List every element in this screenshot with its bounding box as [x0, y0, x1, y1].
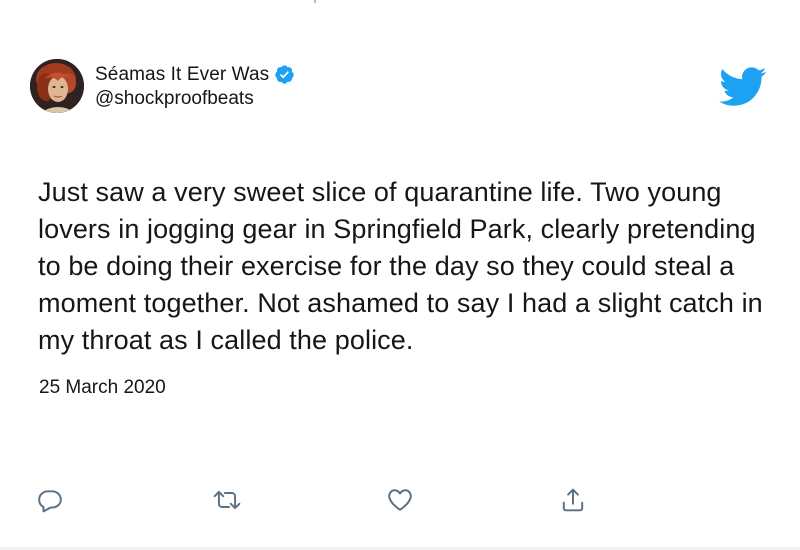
verified-badge-icon	[274, 64, 295, 85]
twitter-bird-icon[interactable]	[719, 66, 767, 106]
user-handle[interactable]: @shockproofbeats	[95, 88, 295, 110]
avatar-image	[30, 59, 84, 113]
retweet-button[interactable]	[213, 486, 241, 514]
like-button[interactable]	[386, 486, 414, 514]
tweet-timestamp[interactable]: 25 March 2020	[39, 377, 166, 399]
display-name[interactable]: Séamas It Ever Was	[95, 64, 269, 86]
tweet-card: Séamas It Ever Was @shockproofbeats Just…	[0, 0, 800, 550]
display-name-row: Séamas It Ever Was	[95, 63, 295, 87]
reply-button[interactable]	[36, 486, 64, 514]
tweet-text: Just saw a very sweet slice of quarantin…	[38, 177, 763, 355]
tweet-header: Séamas It Ever Was @shockproofbeats	[30, 58, 295, 114]
heart-icon	[388, 489, 412, 511]
user-names: Séamas It Ever Was @shockproofbeats	[95, 63, 295, 110]
tweet-actions	[0, 486, 800, 516]
share-icon	[562, 488, 584, 512]
share-button[interactable]	[559, 486, 587, 514]
divider	[314, 0, 316, 3]
avatar[interactable]	[30, 59, 84, 113]
reply-icon	[38, 490, 62, 513]
retweet-icon	[213, 490, 241, 510]
